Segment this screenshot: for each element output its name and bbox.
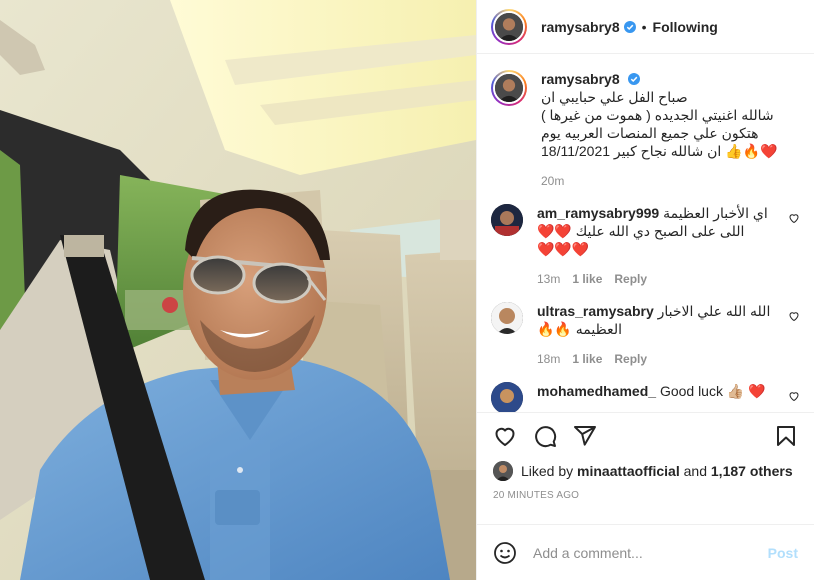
caption-author[interactable]: ramysabry8 bbox=[541, 71, 620, 87]
caption-line-1: صباح الفل علي حبايبي ان bbox=[541, 89, 688, 105]
post-side-panel: ramysabry8 • Following ramysabry8 صباح ا… bbox=[476, 0, 814, 580]
avatar[interactable] bbox=[491, 204, 523, 236]
verified-icon bbox=[627, 73, 640, 85]
comment-meta: 18m 1 like Reply bbox=[537, 350, 792, 368]
post-timestamp[interactable]: 20 MINUTES AGO bbox=[477, 484, 814, 508]
comment-text-line-1: الله الله علي الاخبار bbox=[657, 303, 771, 319]
like-comment-heart-icon[interactable] bbox=[788, 212, 800, 224]
likes-joiner: and bbox=[683, 463, 707, 479]
comment-body: ultras_ramysabry الله الله علي الاخبار ا… bbox=[537, 302, 792, 368]
like-comment-heart-icon[interactable] bbox=[788, 390, 800, 402]
comment-meta: 13m 1 like Reply bbox=[537, 270, 792, 288]
likes-prefix: Liked by bbox=[521, 463, 574, 479]
bookmark-icon bbox=[777, 425, 795, 446]
caption-time[interactable]: 20m bbox=[541, 172, 564, 190]
save-button[interactable] bbox=[766, 416, 806, 456]
heart-icon bbox=[495, 427, 515, 446]
caption-line-3: هتكون علي جميع المنصات العربيه يوم bbox=[541, 125, 759, 141]
liked-by-user[interactable]: minaattaofficial bbox=[577, 463, 680, 479]
caption-body: ramysabry8 صباح الفل علي حبايبي ان شالله… bbox=[541, 70, 796, 190]
comment-text-line-2: اللى على الصبح دي الله عليك ❤️❤️ bbox=[537, 223, 745, 239]
comment-author[interactable]: ultras_ramysabry bbox=[537, 303, 654, 319]
instagram-post-view: ramysabry8 • Following ramysabry8 صباح ا… bbox=[0, 0, 814, 580]
comment-text: Good luck 👍🏼 ❤️ bbox=[659, 383, 766, 399]
likes-count[interactable]: 1,187 others bbox=[711, 463, 793, 479]
share-icon bbox=[574, 425, 596, 446]
comment-time[interactable]: 13m bbox=[537, 270, 560, 288]
caption-avatar-ring[interactable] bbox=[491, 70, 527, 106]
selfie-in-car-image bbox=[0, 0, 476, 580]
avatar[interactable] bbox=[493, 10, 525, 43]
avatar[interactable] bbox=[493, 461, 513, 481]
comment-likes[interactable]: 1 like bbox=[572, 270, 602, 288]
avatar[interactable] bbox=[493, 72, 525, 104]
add-comment-bar: Post bbox=[477, 524, 814, 580]
post-photo[interactable] bbox=[0, 0, 476, 580]
comment-text-line-2: العظيمه 🔥🔥 bbox=[537, 321, 622, 337]
comment-body: am_ramysabry999 اي الأخبار العظيمة اللى … bbox=[537, 204, 792, 288]
profile-picture bbox=[493, 461, 513, 481]
avatar[interactable] bbox=[491, 302, 523, 334]
separator-dot: • bbox=[641, 18, 647, 35]
likes-summary: Liked by minaattaofficial and 1,187 othe… bbox=[477, 458, 814, 484]
comment-item: mohamedhamed_ Good luck 👍🏼 ❤️ bbox=[491, 382, 800, 412]
comment-text-line-1: اي الأخبار العظيمة bbox=[663, 205, 768, 221]
comment-item: am_ramysabry999 اي الأخبار العظيمة اللى … bbox=[491, 204, 800, 288]
share-button[interactable] bbox=[565, 416, 605, 456]
caption-meta: 20m bbox=[541, 172, 796, 190]
reply-button[interactable]: Reply bbox=[614, 350, 647, 368]
caption-line-4-row: 18/11/2021 ان شالله نجاح كبير 👍🔥❤️ bbox=[541, 142, 796, 160]
caption-line-4: 18/11/2021 ان شالله نجاح كبير bbox=[541, 143, 722, 159]
post-comment-button[interactable]: Post bbox=[768, 545, 798, 561]
comment-author[interactable]: am_ramysabry999 bbox=[537, 205, 659, 221]
profile-picture bbox=[491, 204, 523, 236]
comment-time[interactable]: 18m bbox=[537, 350, 560, 368]
author-avatar-ring[interactable] bbox=[491, 8, 527, 45]
comment-body: mohamedhamed_ Good luck 👍🏼 ❤️ bbox=[537, 382, 792, 400]
comment-item: ultras_ramysabry الله الله علي الاخبار ا… bbox=[491, 302, 800, 368]
header-username[interactable]: ramysabry8 bbox=[541, 19, 620, 35]
caption-line-2: شالله اغنيتي الجديده ( هموت من غيرها ) bbox=[541, 107, 774, 123]
avatar[interactable] bbox=[491, 382, 523, 412]
profile-picture bbox=[491, 302, 523, 334]
comment-icon bbox=[535, 425, 557, 447]
like-comment-heart-icon[interactable] bbox=[788, 310, 800, 322]
profile-picture bbox=[495, 12, 523, 41]
caption-emoji: 👍🔥❤️ bbox=[725, 143, 778, 159]
emoji-icon[interactable] bbox=[493, 541, 517, 565]
reply-button[interactable]: Reply bbox=[614, 270, 647, 288]
profile-picture bbox=[491, 382, 523, 412]
comment-text-line-3: ❤️❤️❤️ bbox=[537, 241, 590, 257]
comment-button[interactable] bbox=[525, 416, 565, 456]
post-caption: ramysabry8 صباح الفل علي حبايبي ان شالله… bbox=[491, 70, 800, 190]
like-button[interactable] bbox=[485, 416, 525, 456]
verified-icon bbox=[623, 20, 636, 33]
comment-likes[interactable]: 1 like bbox=[572, 350, 602, 368]
following-button[interactable]: Following bbox=[653, 19, 718, 35]
comment-input[interactable] bbox=[533, 544, 768, 561]
post-header: ramysabry8 • Following bbox=[477, 0, 814, 54]
comment-author[interactable]: mohamedhamed_ bbox=[537, 383, 656, 399]
post-action-bar bbox=[477, 412, 814, 458]
profile-picture bbox=[495, 74, 523, 102]
comments-list[interactable]: ramysabry8 صباح الفل علي حبايبي ان شالله… bbox=[477, 54, 814, 412]
